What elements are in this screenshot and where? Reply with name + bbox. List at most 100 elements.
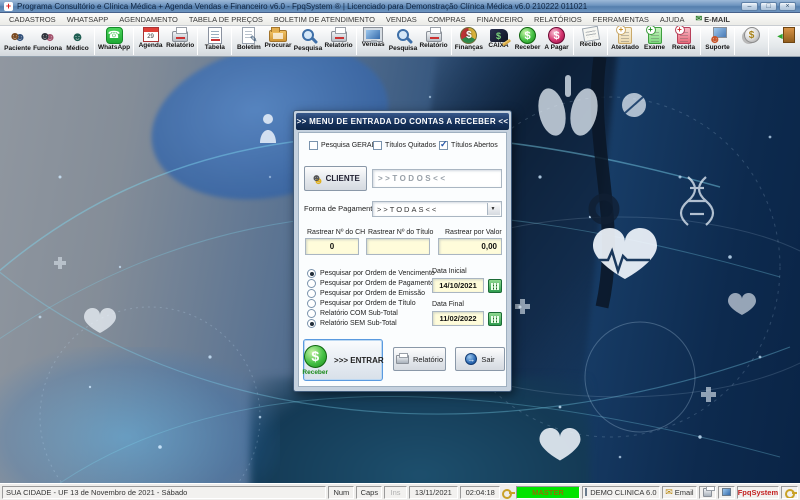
toolbar-button-relatorio-boletim[interactable]: Relatório — [323, 27, 353, 57]
dialog-titlebar[interactable]: >> MENU DE ENTRADA DO CONTAS A RECEBER <… — [296, 113, 509, 130]
toolbar-button-financas[interactable]: Finanças — [454, 27, 484, 57]
green-dollar-icon: $ — [304, 345, 327, 368]
toolbar-separator — [734, 28, 735, 55]
menu-whatsapp[interactable]: WHATSAPP — [62, 15, 114, 24]
toolbar-button-exame[interactable]: Exame — [640, 27, 669, 57]
menu-ajuda[interactable]: AJUDA — [655, 15, 690, 24]
toolbar-button-receita[interactable]: Receita — [669, 27, 698, 57]
toolbar-button-tabela[interactable]: Tabela — [200, 27, 229, 57]
radio-ordem-emissao[interactable]: Pesquisar por Ordem de Emissão — [307, 289, 425, 298]
toolbar-label: Funciona — [33, 45, 62, 53]
toolbar-button-a-pagar[interactable]: $A Pagar — [542, 27, 571, 57]
toolbar-button-relatorio-vendas[interactable]: Relatório — [418, 27, 448, 57]
toolbar-label: Agenda — [139, 42, 163, 50]
checkbox-titulos-abertos[interactable]: Títulos Abertos — [439, 141, 498, 150]
receipt-icon — [581, 26, 599, 42]
toolbar-button-moeda[interactable]: $ — [737, 27, 766, 57]
entrar-button[interactable]: $ Receber >>> ENTRAR — [303, 339, 383, 381]
forma-pagamento-value: >>TODAS<< — [377, 205, 438, 214]
relatorio-button[interactable]: Relatório — [393, 347, 446, 371]
toolbar-label: WhatsApp — [98, 44, 130, 52]
toolbar-button-whatsapp[interactable]: WhatsApp — [97, 27, 131, 57]
minimize-icon[interactable]: – — [741, 2, 758, 11]
menu-financeiro[interactable]: FINANCEIRO — [472, 15, 528, 24]
toolbar-button-boletim[interactable]: Boletim — [234, 27, 263, 57]
toolbar-button-pesquisa-vendas[interactable]: Pesquisa — [388, 27, 419, 57]
status-license — [781, 486, 798, 499]
radio-dot[interactable] — [307, 319, 316, 328]
chevron-down-icon[interactable]: ▼ — [487, 203, 500, 215]
menu-boletim-de-atendimento[interactable]: BOLETIM DE ATENDIMENTO — [269, 15, 380, 24]
toolbar-button-receber[interactable]: $Receber — [513, 27, 542, 57]
menu-email[interactable]: ✉ E-MAIL — [690, 15, 735, 24]
status-date: 13/11/2021 — [409, 486, 458, 499]
receber-caption: Receber — [302, 369, 328, 376]
toolbar-button-funcionaria[interactable]: Funciona — [32, 27, 63, 57]
toolbar-button-vendas[interactable]: Vendas — [359, 27, 388, 57]
rastrear-titulo-input[interactable] — [366, 238, 430, 255]
menu-cadastros[interactable]: CADASTROS — [4, 15, 61, 24]
radio-dot[interactable] — [307, 289, 316, 298]
sair-button[interactable]: → Sair — [455, 347, 505, 371]
checkbox-titulos-quitados[interactable]: Títulos Quitados — [373, 141, 436, 150]
data-final-input[interactable]: 11/02/2022 — [432, 311, 484, 326]
menu-tabela-de-precos[interactable]: TABELA DE PREÇOS — [184, 15, 268, 24]
radio-relatorio-sem-subtotal[interactable]: Relatório SEM Sub-Total — [307, 319, 397, 328]
toolbar-button-relatorio-agenda[interactable]: Relatório — [165, 27, 195, 57]
toolbar-label: Exame — [644, 44, 665, 52]
maximize-icon[interactable]: □ — [760, 2, 777, 11]
toolbar-separator — [768, 28, 769, 55]
status-network[interactable] — [718, 486, 735, 499]
status-printer[interactable] — [699, 486, 716, 499]
toolbar-button-recibo[interactable]: Recibo — [576, 27, 605, 57]
data-inicial-input[interactable]: 14/10/2021 — [432, 278, 484, 293]
toolbar-button-medico[interactable]: Médico — [63, 27, 92, 57]
menu-vendas[interactable]: VENDAS — [381, 15, 422, 24]
checkbox-box[interactable] — [309, 141, 318, 150]
toolbar-button-procurar[interactable]: Procurar — [263, 27, 292, 57]
toolbar-button-paciente[interactable]: Paciente — [3, 27, 32, 57]
checkbox-pesquisa-geral[interactable]: Pesquisa GERAL — [309, 141, 375, 150]
toolbar-label: Finanças — [455, 44, 483, 52]
toolbar-label: Pesquisa — [389, 45, 418, 53]
radio-dot[interactable] — [307, 299, 316, 308]
menu-compras[interactable]: COMPRAS — [423, 15, 471, 24]
toolbar-button-pesquisa-boletim[interactable]: Pesquisa — [293, 27, 324, 57]
calendar-picker-icon[interactable] — [488, 312, 502, 326]
checkbox-box[interactable] — [439, 141, 448, 150]
status-clinic-name: DEMO CLINICA 6.0 — [590, 488, 656, 497]
toolbar-label: Recibo — [580, 41, 602, 49]
radio-dot[interactable] — [307, 309, 316, 318]
status-email[interactable]: ✉ Email — [662, 486, 697, 499]
close-icon[interactable]: × — [779, 2, 796, 11]
radio-relatorio-com-subtotal[interactable]: Relatório COM Sub-Total — [307, 309, 398, 318]
toolbar-button-sair-app[interactable] — [771, 27, 800, 57]
red-coin-icon: $ — [548, 27, 565, 44]
exit-door-icon — [783, 27, 795, 43]
toolbar-button-agenda[interactable]: Agenda — [136, 27, 165, 57]
radio-ordem-titulo[interactable]: Pesquisar por Ordem de Título — [307, 299, 416, 308]
menu-agendamento[interactable]: AGENDAMENTO — [114, 15, 183, 24]
forma-pagamento-select[interactable]: >>TODAS<< ▼ — [372, 201, 502, 217]
checkbox-box[interactable] — [373, 141, 382, 150]
forma-pagamento-label: Forma de Pagamento — [304, 204, 377, 213]
cliente-value-field[interactable]: >>TODOS<< — [372, 169, 502, 188]
radio-dot[interactable] — [307, 269, 316, 278]
menu-ferramentas[interactable]: FERRAMENTAS — [588, 15, 654, 24]
radio-dot[interactable] — [307, 279, 316, 288]
toolbar-separator — [231, 28, 232, 55]
rastrear-valor-input[interactable]: 0,00 — [438, 238, 502, 255]
calendar-picker-icon[interactable] — [488, 279, 502, 293]
pill-icon — [622, 93, 646, 117]
menu-relatorios[interactable]: RELATÓRIOS — [529, 15, 587, 24]
toolbar-button-caixa[interactable]: CAIXA — [484, 27, 513, 57]
radio-ordem-pagamento[interactable]: Pesquisar por Ordem de Pagamento — [307, 279, 434, 288]
toolbar-button-atestado[interactable]: Atestado — [610, 27, 640, 57]
radio-ordem-vencimento[interactable]: Pesquisar por Ordem de Vencimento — [307, 269, 435, 278]
checkbox-label: Pesquisa GERAL — [321, 142, 375, 149]
toolbar-button-suporte[interactable]: Suporte — [703, 27, 732, 57]
relatorio-button-label: Relatório — [413, 355, 443, 364]
cliente-button[interactable]: ☻ CLIENTE — [304, 166, 367, 191]
radio-label: Pesquisar por Ordem de Pagamento — [320, 280, 434, 287]
rastrear-ch-input[interactable]: 0 — [305, 238, 359, 255]
